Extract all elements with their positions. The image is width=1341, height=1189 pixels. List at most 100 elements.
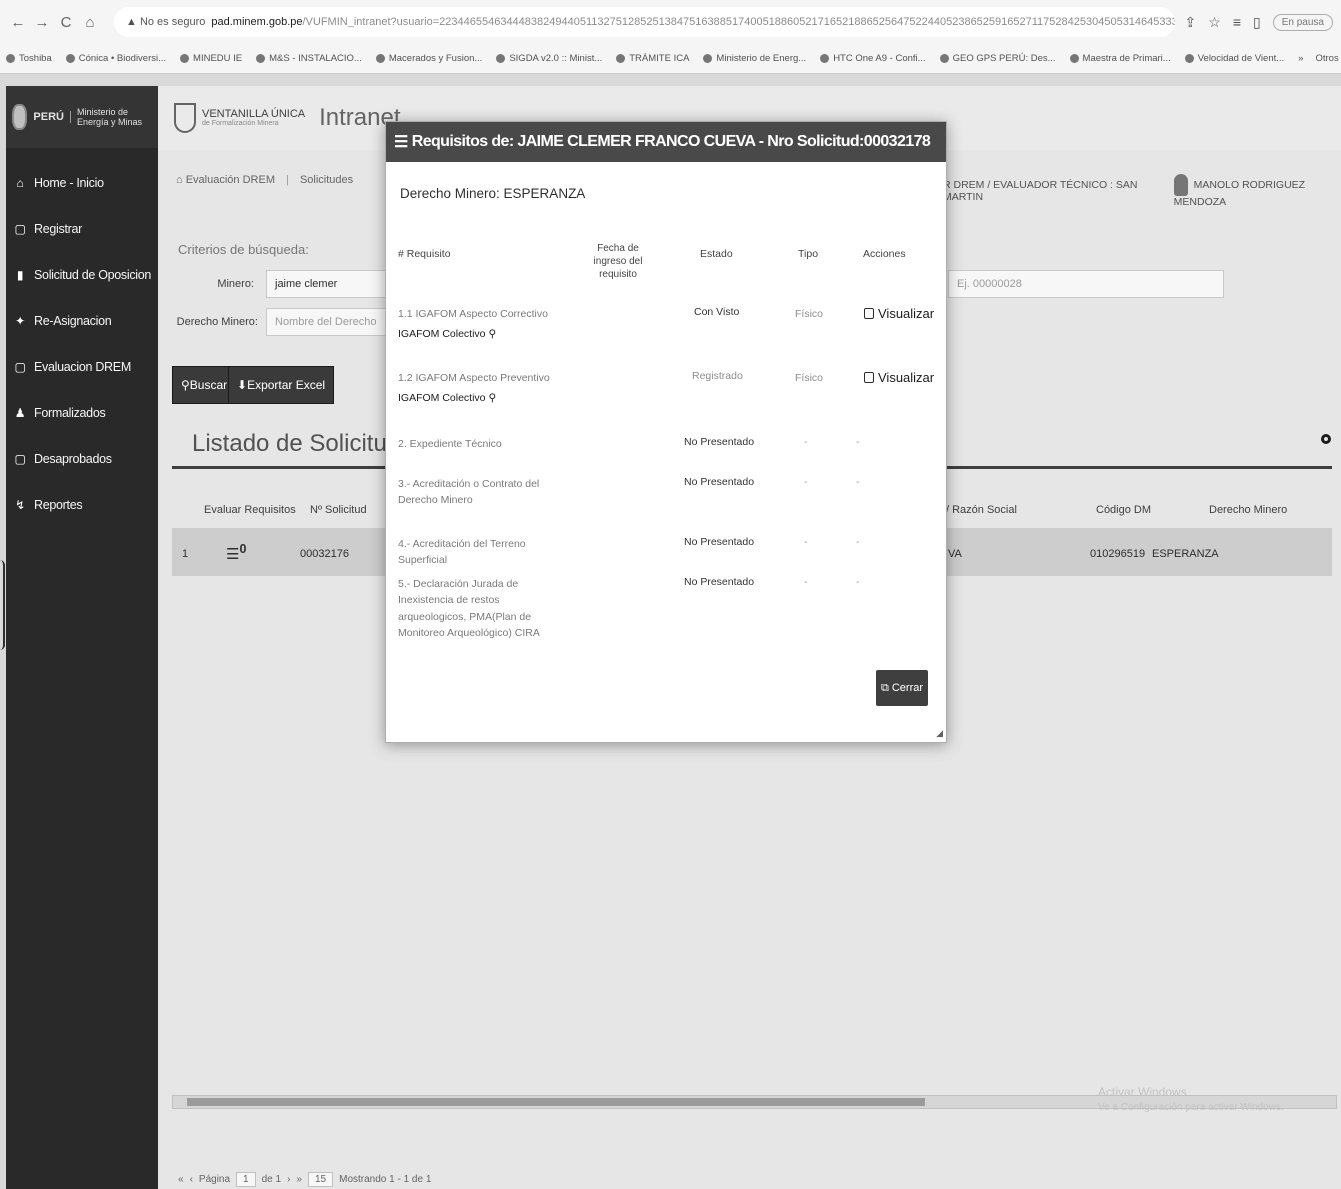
coat-of-arms-icon	[12, 104, 28, 130]
bookmark[interactable]: MINEDU IE	[180, 53, 242, 64]
user-area: R DREM / EVALUADOR TÉCNICO : SAN MARTIN …	[943, 174, 1341, 208]
home-icon[interactable]: ⌂	[80, 14, 100, 31]
bookmark-icon: ▮	[16, 268, 24, 282]
search-criteria-title: Criterios de búsqueda:	[178, 242, 309, 257]
prev-page-icon[interactable]: ‹	[190, 1174, 193, 1185]
forward-icon[interactable]: →	[32, 14, 52, 31]
bookmark[interactable]: M&S - INSTALACIO...	[256, 53, 362, 64]
codigo-dm: 010296519	[1090, 548, 1146, 560]
page-count: de 1	[261, 1174, 282, 1185]
sidebar-item-label: Re-Asignacion	[34, 314, 112, 328]
reading-list-icon[interactable]: ≡	[1233, 14, 1241, 30]
requirement-sub[interactable]: IGAFOM Colectivo ⚲	[398, 326, 568, 342]
refresh-icon[interactable]	[1321, 434, 1331, 444]
column-header: Estado	[700, 248, 733, 260]
buscar-button[interactable]: ⚲ Buscar	[172, 366, 237, 404]
resize-handle-icon[interactable]: ◢	[936, 728, 943, 739]
profile-button[interactable]: En pausa	[1272, 13, 1333, 31]
codigo-input[interactable]: Ej. 00000028	[948, 270, 1224, 298]
bookmark[interactable]: Velocidad de Vient...	[1184, 53, 1284, 64]
sidebar-item-home[interactable]: ⌂ Home - Inicio	[6, 160, 158, 206]
peru-label: PERÚ	[33, 111, 71, 123]
url-path: /VUFMIN_intranet?usuario=223446554634448…	[302, 16, 1175, 28]
view-icon	[864, 308, 874, 319]
user-menu[interactable]: MANOLO RODRIGUEZ MENDOZA	[1173, 174, 1341, 208]
breadcrumb: ⌂ Evaluación DREM | Solicitudes	[176, 174, 353, 186]
share-icon[interactable]: ⇪	[1185, 14, 1197, 31]
sidebar-item-formalizados[interactable]: ♟ Formalizados	[6, 390, 158, 436]
security-warning[interactable]: ▲ No es seguro	[126, 16, 205, 28]
ventanilla-logo-icon	[174, 103, 196, 133]
next-page-icon[interactable]: ›	[287, 1174, 290, 1185]
requirement-label: 1.1 IGAFOM Aspecto Correctivo	[398, 308, 548, 320]
users-icon: ✦	[15, 314, 25, 328]
search-icon[interactable]: ⚲	[488, 392, 496, 404]
sidebar-item-oposicion[interactable]: ▮ Solicitud de Oposicion	[6, 252, 158, 298]
address-bar[interactable]: ▲ No es seguro pad.minem.gob.pe/VUFMIN_i…	[114, 7, 1175, 37]
search-icon[interactable]: ⚲	[488, 328, 496, 340]
breadcrumb-item[interactable]: Evaluación DREM	[186, 174, 275, 186]
visualizar-button[interactable]: Visualizar	[864, 370, 934, 385]
page-label: Página	[198, 1174, 231, 1185]
star-icon[interactable]: ☆	[1208, 14, 1221, 31]
derecho-minero-input[interactable]: Nombre del Derecho	[266, 308, 386, 336]
bookmark[interactable]: GEO GPS PERÚ: Des...	[939, 53, 1056, 64]
ventanilla-title: VENTANILLA ÚNICA de Formalización Minera	[202, 108, 306, 128]
modal-header: ☰ Requisitos de: JAIME CLEMER FRANCO CUE…	[386, 122, 946, 162]
ministry-logo[interactable]: PERÚ Ministerio de Energía y Minas	[6, 86, 158, 148]
sidebar-item-desaprobados[interactable]: ▢ Desaprobados	[6, 436, 158, 482]
bookmark[interactable]: Cónica • Biodiversi...	[65, 53, 166, 64]
document-icon: ▢	[14, 360, 26, 374]
pagination: « ‹ Página 1 de 1 › » 15 Mostrando 1 - 1…	[178, 1172, 431, 1187]
requirement-label: 3.- Acreditación o Contrato del Derecho …	[398, 478, 540, 507]
document-icon: ▢	[14, 222, 26, 236]
sidebar-item-label: Desaprobados	[34, 452, 112, 466]
ministry-label: Ministerio de Energía y Minas	[76, 107, 142, 127]
cerrar-button[interactable]: ⧉ Cerrar	[876, 670, 928, 706]
sidebar-item-evaluacion-drem[interactable]: ▢ Evaluacion DREM	[6, 344, 158, 390]
first-page-icon[interactable]: «	[178, 1174, 184, 1185]
requirement-status: Con Visto	[694, 306, 740, 318]
showing-text: Mostrando 1 - 1 de 1	[339, 1174, 432, 1185]
sidebar-item-label: Registrar	[34, 222, 83, 236]
reload-icon[interactable]: C	[56, 14, 76, 31]
bookmarks-more-icon[interactable]: »	[1298, 53, 1303, 64]
bookmark[interactable]: Macerados y Fusion...	[375, 53, 482, 64]
requirement-status: Registrado	[692, 370, 743, 382]
bookmark[interactable]: SIGDA v2.0 :: Minist...	[496, 53, 602, 64]
requirement-action: -	[856, 576, 860, 588]
bookmark[interactable]: TRÁMITE ICA	[616, 53, 689, 64]
requirement-type: Físico	[795, 308, 824, 320]
bookmark[interactable]: Maestra de Primari...	[1069, 53, 1171, 64]
breadcrumb-home-icon[interactable]: ⌂	[176, 174, 183, 186]
home-icon: ⌂	[16, 176, 24, 190]
search-icon: ⚲	[181, 378, 190, 392]
requirement-status: No Presentado	[684, 536, 755, 548]
download-icon: ⬇	[237, 378, 248, 392]
bookmark[interactable]: HTC One A9 - Confi...	[820, 53, 926, 64]
bookmark[interactable]: Toshiba	[6, 53, 52, 64]
evaluate-requirements-icon[interactable]: ☰0	[226, 542, 246, 563]
minero-input[interactable]: jaime clemer	[266, 270, 386, 298]
requirement-action: -	[856, 476, 860, 488]
requirement-sub[interactable]: IGAFOM Colectivo ⚲	[398, 390, 568, 406]
back-icon[interactable]: ←	[8, 14, 28, 31]
solicitud-number: 00032176	[300, 548, 349, 560]
breadcrumb-item[interactable]: Solicitudes	[300, 174, 353, 186]
bookmark[interactable]: Ministerio de Energ...	[703, 53, 806, 64]
row-index: 1	[182, 548, 189, 560]
column-header: # Requisito	[398, 248, 451, 260]
requirement-status: No Presentado	[684, 476, 755, 488]
sidebar-item-reportes[interactable]: ↯ Reportes	[6, 482, 158, 528]
page-size-select[interactable]: 15	[307, 1172, 334, 1187]
exportar-excel-button[interactable]: ⬇ Exportar Excel	[228, 366, 335, 404]
sidebar-item-registrar[interactable]: ▢ Registrar	[6, 206, 158, 252]
other-bookmarks[interactable]: Otros marcad	[1315, 53, 1341, 64]
requirement-type: -	[804, 476, 808, 488]
last-page-icon[interactable]: »	[296, 1174, 302, 1185]
sidepanel-icon[interactable]: ▯	[1253, 14, 1261, 31]
visualizar-button[interactable]: Visualizar	[864, 306, 934, 321]
scrollbar-thumb[interactable]	[187, 1098, 925, 1106]
sidebar-item-reasignacion[interactable]: ✦ Re-Asignacion	[6, 298, 158, 344]
page-input[interactable]: 1	[236, 1172, 256, 1187]
